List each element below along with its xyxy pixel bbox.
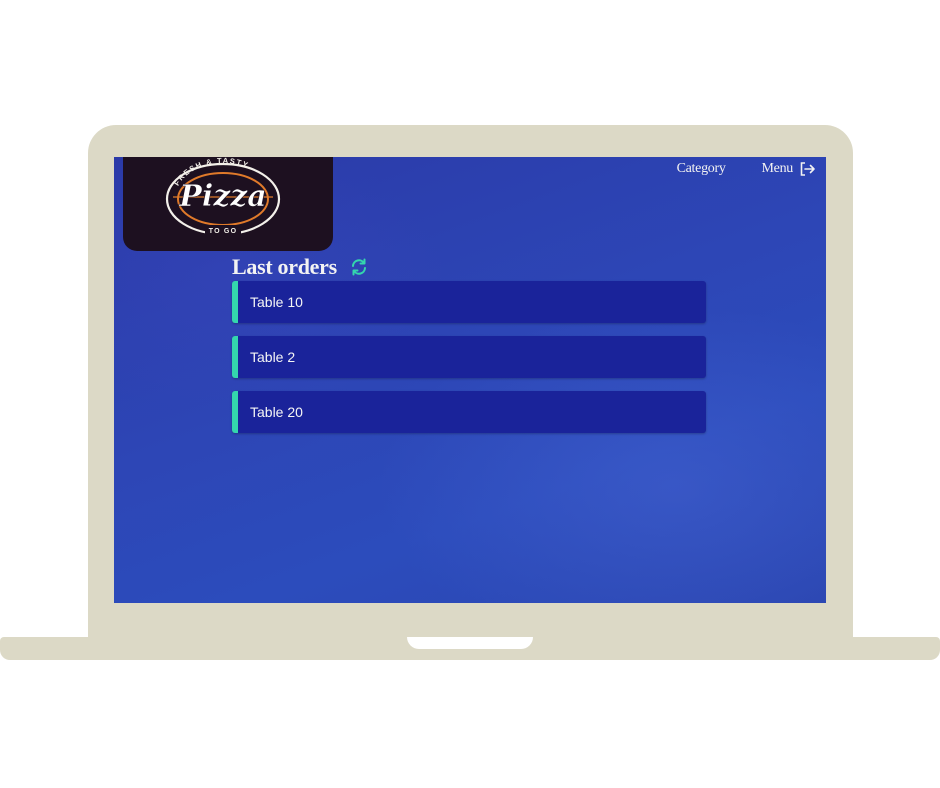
nav-menu[interactable]: Menu xyxy=(762,161,816,177)
logout-icon[interactable] xyxy=(799,161,816,177)
order-item-label: Table 10 xyxy=(250,294,303,310)
pizza-logo[interactable]: FRESH & TASTY Pizza TO GO xyxy=(123,157,333,251)
nav-category-label: Category xyxy=(676,161,726,176)
order-item-table-2[interactable]: Table 2 xyxy=(232,336,706,378)
order-item-table-20[interactable]: Table 20 xyxy=(232,391,706,433)
laptop-notch xyxy=(407,637,533,649)
order-item-label: Table 2 xyxy=(250,349,296,365)
stage: FRESH & TASTY Pizza TO GO Category Menu xyxy=(0,0,940,788)
pizza-logo-icon: FRESH & TASTY Pizza TO GO xyxy=(165,157,281,236)
last-orders-section: Last orders Table 10 Table 2 Table 20 xyxy=(232,253,706,446)
nav-category[interactable]: Category xyxy=(677,161,726,177)
svg-text:TO GO: TO GO xyxy=(209,228,237,235)
order-item-label: Table 20 xyxy=(250,404,303,420)
top-nav: Category Menu xyxy=(677,161,816,177)
last-orders-title: Last orders xyxy=(232,254,337,279)
app-screen: FRESH & TASTY Pizza TO GO Category Menu xyxy=(114,157,826,603)
refresh-icon[interactable] xyxy=(349,257,369,277)
last-orders-header: Last orders xyxy=(232,253,706,281)
svg-text:Pizza: Pizza xyxy=(178,179,266,214)
nav-menu-label: Menu xyxy=(761,161,794,176)
order-item-table-10[interactable]: Table 10 xyxy=(232,281,706,323)
order-list: Table 10 Table 2 Table 20 xyxy=(232,281,706,433)
